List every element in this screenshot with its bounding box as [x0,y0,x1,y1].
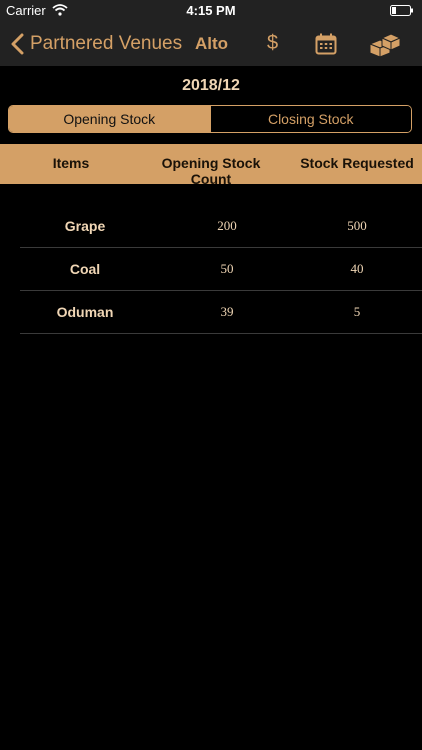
battery-icon [390,5,413,16]
item-name: Oduman [56,304,114,320]
requested-count: 5 [353,304,361,319]
table-header: Items Opening Stock Count Stock Requeste… [0,144,422,187]
stock-segmented-control: Opening Stock Closing Stock [8,105,412,133]
dollar-icon[interactable]: $ [267,32,278,55]
venue-title: Alto [195,34,229,53]
table-row[interactable]: Oduman 39 5 [20,291,422,334]
tab-opening-stock[interactable]: Opening Stock [9,106,210,132]
navigation-bar: Partnered Venues Alto $ [0,22,422,66]
calendar-icon[interactable] [315,33,337,55]
back-button-label: Partnered Venues [30,33,183,54]
table-row[interactable]: Grape 200 500 [20,205,422,248]
header-opening-stock-count: Opening Stock Count [161,155,261,187]
tab-closing-stock[interactable]: Closing Stock [209,106,411,132]
boxes-icon[interactable] [368,30,402,58]
chevron-left-icon [11,33,24,55]
header-stock-requested: Stock Requested [300,155,414,171]
table-row[interactable]: Coal 50 40 [20,248,422,291]
requested-count: 40 [350,261,364,276]
period-title: 2018/12 [182,77,240,94]
item-name: Coal [69,261,101,277]
opening-count: 200 [217,218,237,233]
opening-count: 50 [220,261,234,276]
opening-count: 39 [220,304,234,319]
back-button[interactable]: Partnered Venues [10,30,182,58]
status-bar: Carrier 4:15 PM [0,0,422,22]
item-name: Grape [64,218,106,234]
header-items: Items [52,155,90,171]
status-time: 4:15 PM [186,3,236,18]
requested-count: 500 [347,218,367,233]
